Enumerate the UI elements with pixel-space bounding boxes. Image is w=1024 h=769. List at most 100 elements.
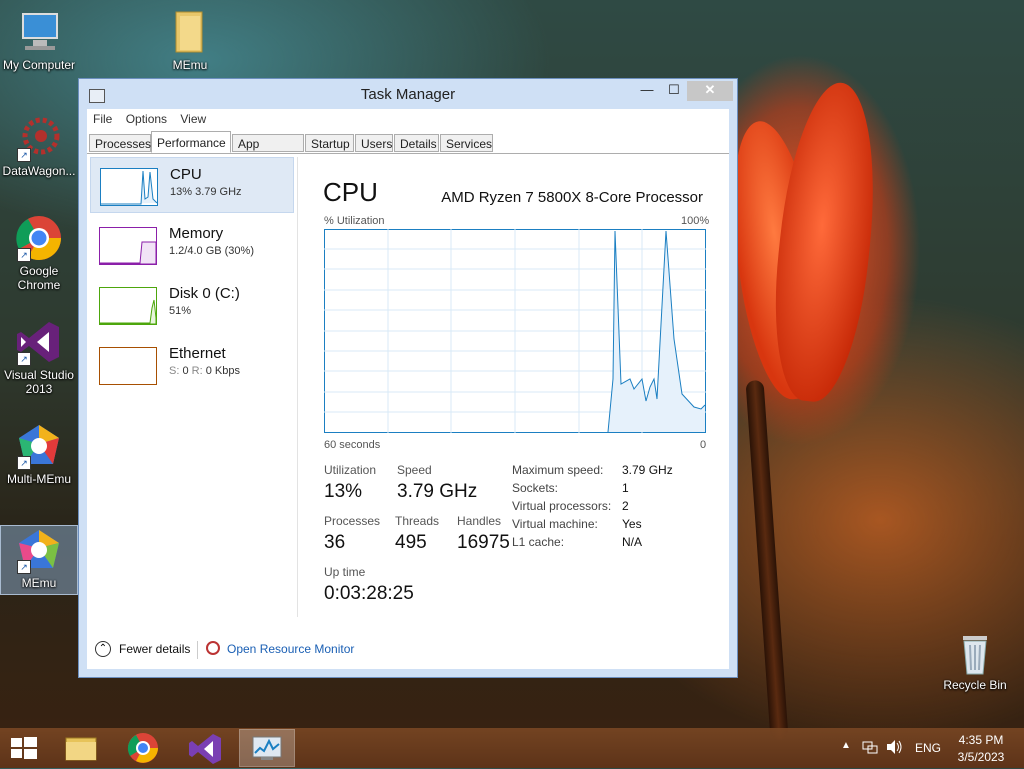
- resource-monitor-icon: [206, 641, 220, 655]
- clock-date[interactable]: 3/5/2023: [956, 750, 1006, 764]
- desktop-icon-multi-memu[interactable]: ↗ Multi-MEmu: [1, 422, 77, 486]
- desktop-icon-memu[interactable]: ↗ MEmu: [0, 525, 78, 595]
- taskbar-task-manager[interactable]: [239, 729, 295, 767]
- network-icon[interactable]: [862, 739, 878, 758]
- title-bar[interactable]: Task Manager — ☐ ✕: [79, 79, 737, 109]
- send-label: S:: [169, 365, 180, 377]
- desktop-icon-datawagon[interactable]: ↗ DataWagon...: [1, 114, 77, 178]
- ethernet-thumbnail-graph: [99, 347, 157, 385]
- desktop-icon-google-chrome[interactable]: ↗ Google Chrome: [1, 214, 77, 292]
- handles-label: Handles: [457, 514, 502, 528]
- taskbar-chrome[interactable]: [116, 730, 170, 766]
- taskbar-file-explorer[interactable]: [54, 730, 108, 766]
- cpu-model-name: AMD Ryzen 7 5800X 8-Core Processor: [441, 189, 703, 206]
- window-client: File Options View Processes Performance …: [87, 109, 729, 669]
- menu-bar: File Options View: [87, 109, 729, 129]
- tab-users[interactable]: Users: [355, 134, 393, 152]
- spec-label-virtual-processors: Virtual processors:: [512, 499, 612, 513]
- desktop-icon-recycle-bin[interactable]: Recycle Bin: [937, 628, 1013, 692]
- tab-processes[interactable]: Processes: [89, 134, 151, 152]
- resource-detail: 1.2/4.0 GB (30%): [169, 245, 254, 257]
- minimize-button[interactable]: —: [634, 81, 660, 101]
- resource-detail: 51%: [169, 305, 192, 317]
- utilization-value: 13%: [324, 481, 363, 502]
- spec-label-sockets: Sockets:: [512, 481, 559, 495]
- desktop-icon-visual-studio[interactable]: ↗ Visual Studio 2013: [1, 318, 77, 396]
- resource-item-ethernet[interactable]: Ethernet S: 0 R: 0 Kbps: [90, 337, 294, 393]
- multi-memu-icon: ↗: [15, 422, 63, 470]
- desktop-icon-label: DataWagon...: [2, 164, 76, 178]
- spec-value-sockets: 1: [622, 481, 629, 495]
- open-resource-monitor-link[interactable]: Open Resource Monitor: [227, 642, 354, 656]
- desktop-icon-label: Google Chrome: [17, 264, 61, 292]
- menu-file[interactable]: File: [93, 109, 112, 129]
- input-language[interactable]: ENG: [915, 741, 941, 755]
- windows-logo-icon: [11, 737, 37, 759]
- resource-detail: S: 0 R: 0 Kbps: [169, 365, 240, 377]
- desktop-icon-label: MEmu: [172, 58, 208, 72]
- footer-divider: [197, 641, 198, 659]
- resource-item-disk[interactable]: Disk 0 (C:) 51%: [90, 277, 294, 333]
- handles-value: 16975: [457, 532, 510, 553]
- disk-thumbnail-graph: [99, 287, 157, 325]
- wallpaper-flower-petal-right: [763, 78, 887, 406]
- taskbar-visual-studio[interactable]: [178, 730, 232, 766]
- spec-value-virtual-machine: Yes: [622, 517, 642, 531]
- start-button[interactable]: [0, 730, 48, 766]
- tab-services[interactable]: Services: [440, 134, 493, 152]
- speed-value: 3.79 GHz: [397, 481, 478, 502]
- menu-options[interactable]: Options: [126, 109, 167, 129]
- tab-app-history[interactable]: App history: [232, 134, 304, 169]
- desktop-icon-memu-folder[interactable]: MEmu: [152, 8, 228, 74]
- resource-list: CPU 13% 3.79 GHz Memory 1.2/4.0 GB (30%)…: [87, 157, 298, 617]
- shortcut-arrow-icon: ↗: [17, 148, 31, 162]
- chevron-up-icon[interactable]: ⌃: [95, 641, 111, 657]
- graph-time-label: 60 seconds: [324, 439, 381, 451]
- menu-view[interactable]: View: [180, 109, 206, 129]
- spec-value-l1-cache: N/A: [622, 535, 643, 549]
- tab-details[interactable]: Details: [394, 134, 439, 152]
- shortcut-arrow-icon: ↗: [17, 352, 31, 366]
- tab-performance[interactable]: Performance: [151, 131, 231, 153]
- spec-label-max-speed: Maximum speed:: [512, 463, 604, 477]
- tab-startup[interactable]: Startup: [305, 134, 354, 152]
- memu-icon: ↗: [15, 526, 63, 574]
- desktop-icon-label: Visual Studio 2013: [4, 368, 74, 396]
- graph-y-label: % Utilization: [324, 215, 385, 227]
- tab-strip: Processes Performance App history Startu…: [87, 131, 729, 169]
- resource-name: Memory: [169, 225, 224, 242]
- spec-value-max-speed: 3.79 GHz: [622, 463, 673, 477]
- desktop-icon-label: Recycle Bin: [943, 678, 1007, 692]
- show-hidden-icons-chevron-icon[interactable]: ▲: [841, 740, 851, 751]
- panel-title: CPU: [323, 177, 378, 207]
- volume-icon[interactable]: [886, 739, 904, 758]
- taskbar: ▲ ENG 4:35 PM 3/5/2023: [0, 728, 1024, 768]
- chrome-icon: [127, 733, 158, 763]
- shortcut-arrow-icon: ↗: [17, 248, 31, 262]
- resource-item-cpu[interactable]: CPU 13% 3.79 GHz: [90, 157, 294, 213]
- close-button[interactable]: ✕: [687, 81, 733, 101]
- wallpaper-flower-stem: [745, 379, 789, 741]
- spec-label-l1-cache: L1 cache:: [512, 535, 565, 549]
- desktop-icon-label: MEmu: [21, 576, 57, 590]
- uptime-label: Up time: [324, 565, 366, 579]
- visual-studio-icon: [189, 734, 221, 764]
- folder-icon: [166, 8, 214, 56]
- datawagon-gear-icon: ↗: [15, 114, 63, 162]
- processes-value: 36: [324, 532, 346, 553]
- send-value: 0: [182, 365, 189, 377]
- resource-item-memory[interactable]: Memory 1.2/4.0 GB (30%): [90, 217, 294, 273]
- task-manager-icon: [252, 736, 282, 760]
- fewer-details-button[interactable]: Fewer details: [119, 642, 190, 656]
- speed-label: Speed: [397, 463, 432, 477]
- visual-studio-icon: ↗: [15, 318, 63, 366]
- maximize-button[interactable]: ☐: [661, 81, 687, 101]
- clock-time[interactable]: 4:35 PM: [958, 733, 1004, 747]
- chrome-icon: ↗: [15, 214, 63, 262]
- desktop-icon-my-computer[interactable]: My Computer: [1, 8, 77, 72]
- desktop-icon-label: Multi-MEmu: [6, 472, 71, 486]
- memory-thumbnail-graph: [99, 227, 157, 265]
- uptime-value: 0:03:28:25: [324, 583, 414, 604]
- recycle-bin-icon: [951, 628, 999, 676]
- receive-value: 0 Kbps: [205, 365, 240, 377]
